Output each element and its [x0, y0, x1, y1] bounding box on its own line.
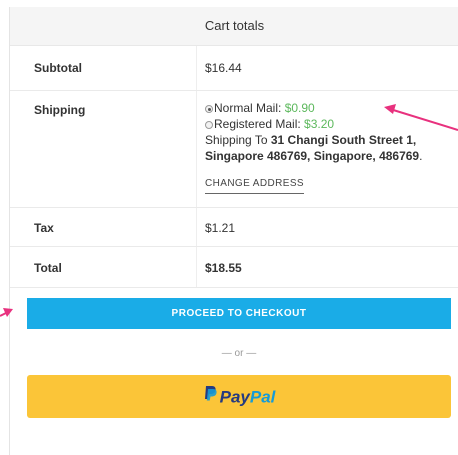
column-divider	[196, 46, 197, 90]
shipping-option-name: Registered Mail:	[214, 117, 301, 131]
paypal-button[interactable]: PayPal	[27, 375, 451, 418]
proceed-to-checkout-button[interactable]: PROCEED TO CHECKOUT	[27, 298, 451, 329]
shipping-option-price: $3.20	[304, 117, 335, 131]
tax-label: Tax	[34, 221, 54, 235]
paypal-pal-text: Pal	[249, 387, 276, 407]
shipping-option-name: Normal Mail:	[214, 101, 282, 115]
or-separator: — or —	[221, 348, 257, 359]
shipping-to-prefix: Shipping To	[205, 133, 268, 147]
column-divider	[196, 247, 197, 287]
shipping-option-price: $0.90	[284, 101, 315, 115]
shipping-label: Shipping	[34, 103, 86, 117]
cart-totals-title: Cart totals	[10, 7, 458, 46]
radio-button[interactable]	[205, 121, 213, 129]
tax-row: Tax $1.21	[10, 208, 458, 247]
subtotal-value: $16.44	[205, 61, 242, 75]
change-address-link[interactable]: CHANGE ADDRESS	[205, 176, 304, 194]
column-divider	[196, 208, 197, 246]
total-label: Total	[34, 261, 62, 275]
paypal-logo-icon	[203, 375, 217, 418]
radio-button-selected[interactable]	[205, 105, 213, 113]
column-divider	[196, 91, 197, 207]
annotation-arrow-icon	[384, 104, 458, 131]
total-row: Total $18.55	[10, 247, 458, 288]
tax-value: $1.21	[205, 221, 236, 235]
subtotal-label: Subtotal	[34, 61, 82, 75]
cart-totals-panel: Cart totals Subtotal $16.44 Shipping Nor…	[9, 7, 458, 455]
paypal-pay-text: Pay	[219, 387, 250, 407]
total-value: $18.55	[205, 261, 242, 275]
annotation-arrow-left-icon	[0, 308, 13, 317]
subtotal-row: Subtotal $16.44	[10, 46, 458, 91]
